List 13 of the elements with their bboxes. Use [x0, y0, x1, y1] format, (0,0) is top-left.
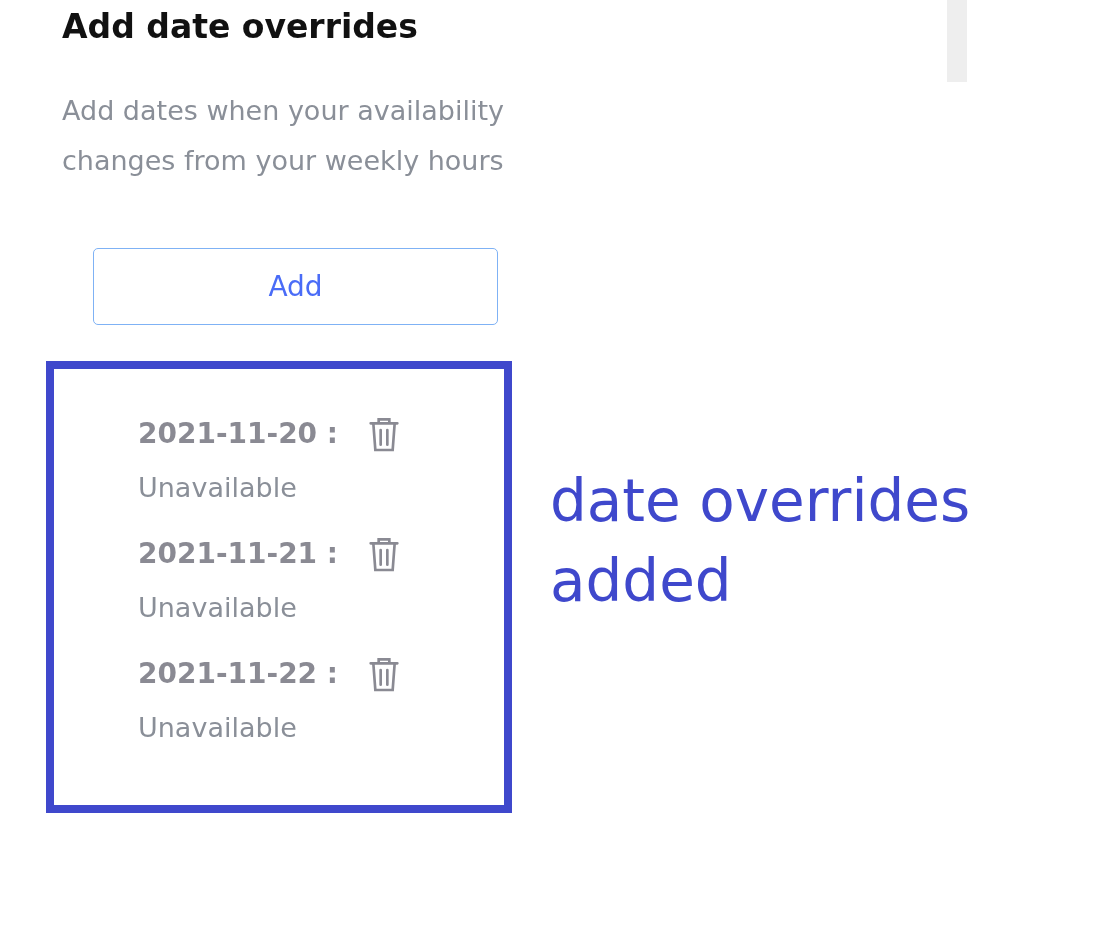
- section-description: Add dates when your availability changes from your weekly hours: [62, 94, 505, 178]
- override-date: 2021-11-21 :: [138, 536, 339, 572]
- trash-icon[interactable]: [368, 416, 401, 452]
- annotation-label: date overrides added: [550, 466, 972, 617]
- override-date: 2021-11-20 :: [138, 416, 339, 452]
- override-status: Unavailable: [138, 711, 298, 745]
- override-status: Unavailable: [138, 471, 298, 505]
- add-button[interactable]: Add: [93, 248, 498, 325]
- override-date: 2021-11-22 :: [138, 656, 339, 692]
- trash-icon[interactable]: [368, 656, 401, 692]
- override-status: Unavailable: [138, 591, 298, 625]
- section-heading: Add date overrides: [62, 6, 418, 48]
- trash-icon[interactable]: [368, 536, 401, 572]
